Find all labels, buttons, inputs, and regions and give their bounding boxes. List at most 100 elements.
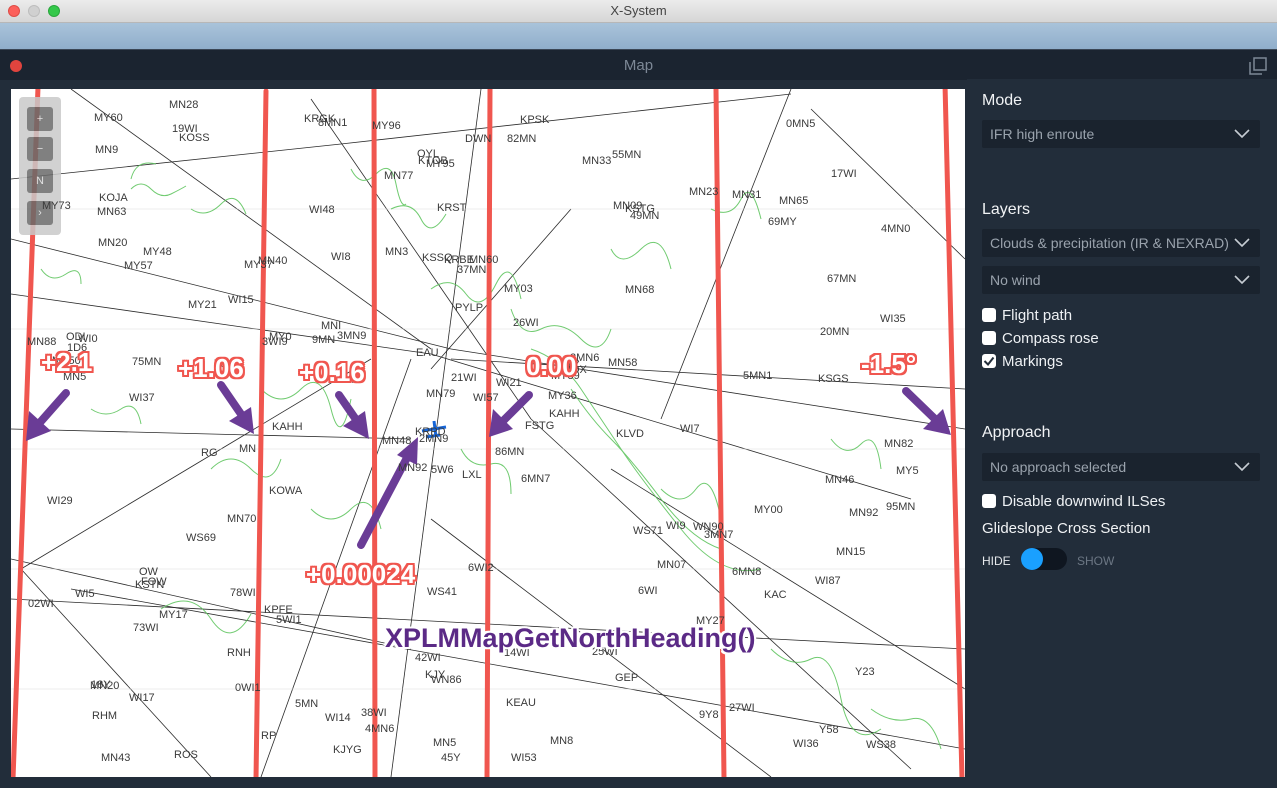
map-label: FSTG: [525, 420, 555, 432]
map-label: MN5: [433, 737, 457, 749]
map-label: 69MY: [768, 216, 797, 228]
chevron-down-icon: [1234, 275, 1250, 285]
popout-icon[interactable]: [1249, 57, 1267, 75]
map-label: WI53: [511, 752, 537, 764]
map-label: MN31: [732, 189, 762, 201]
approach-dropdown[interactable]: No approach selected: [982, 453, 1260, 481]
map-label: MY73: [42, 200, 71, 212]
north-heading-annotation: 0.00: [526, 351, 577, 381]
map-label: MY5: [896, 465, 919, 477]
map-label: MN33: [582, 155, 612, 167]
map-label: KSGS: [818, 373, 849, 385]
map-label: 0WI1: [235, 682, 261, 694]
map-label: MN65: [779, 195, 809, 207]
map-label: PYLP: [455, 302, 484, 314]
map-label: 37MN: [457, 264, 487, 276]
toggle-knob[interactable]: [1021, 548, 1043, 570]
layers-section-title: Layers: [982, 201, 1031, 218]
map-label: WN90: [693, 521, 724, 533]
map-label: MN8: [550, 735, 574, 747]
panel-title: Map: [623, 57, 654, 74]
map-label: MN63: [97, 206, 127, 218]
flight-path-checkbox[interactable]: [982, 308, 996, 322]
north-heading-annotation: +0.00024: [306, 559, 416, 589]
map-label: WI35: [880, 313, 906, 325]
map-label: WI48: [309, 204, 335, 216]
map-label: MN68: [625, 284, 655, 296]
map-label: 02WI: [28, 598, 54, 610]
map-label: 86MN: [495, 446, 525, 458]
map-label: KAHH: [549, 408, 580, 420]
map-label: WI17: [129, 692, 155, 704]
north-heading-annotation: +2.1: [41, 347, 93, 377]
map-label: WI36: [793, 738, 819, 750]
map-label: WI9: [666, 520, 686, 532]
map-label: MN20: [98, 237, 128, 249]
map-canvas[interactable]: + − N › LXL MY57 2MN9 18Y MY89 5WI1 55MN MN60 KS…: [11, 89, 965, 777]
compass-rose-checkbox[interactable]: [982, 331, 996, 345]
compass-rose-label: Compass rose: [1002, 330, 1099, 347]
map-label: 38WI: [361, 707, 387, 719]
map-label: LXL: [462, 469, 482, 481]
map-label: 6MN7: [521, 473, 551, 485]
map-label: 82MN: [507, 133, 537, 145]
map-label: MN70: [227, 513, 257, 525]
map-label: WI29: [47, 495, 73, 507]
glideslope-toggle[interactable]: [1021, 548, 1067, 570]
map-label: MNI: [321, 320, 342, 332]
map-label: MY57: [124, 260, 153, 272]
map-label: 5MN1: [743, 370, 773, 382]
north-up-button[interactable]: N: [27, 169, 53, 193]
function-name-label: XPLMMapGetNorthHeading(): [385, 623, 756, 653]
map-label: 45Y: [441, 752, 461, 764]
map-label: KEAU: [506, 697, 536, 709]
map-label: KAC: [764, 589, 787, 601]
window-titlebar: X-System: [0, 0, 1277, 23]
markings-checkbox[interactable]: [982, 354, 996, 368]
map-label: 67MN: [827, 273, 857, 285]
map-label: WS69: [186, 532, 216, 544]
map-label: KPFE: [264, 604, 293, 616]
map-label: WS71: [633, 525, 663, 537]
map-label: MN07: [657, 559, 687, 571]
map-label: 19WI: [172, 123, 198, 135]
map-label: WI7: [680, 423, 700, 435]
map-label: MN3: [385, 246, 409, 258]
disable-downwind-checkbox[interactable]: [982, 494, 996, 508]
map-label: KJYG: [333, 744, 362, 756]
map-label: 78WI: [230, 587, 256, 599]
approach-dropdown-value: No approach selected: [990, 459, 1127, 475]
desktop-strip: [0, 23, 1277, 49]
map-label: MN20: [90, 680, 120, 692]
window-title: X-System: [610, 3, 667, 18]
toggle-show-label: SHOW: [1077, 554, 1115, 568]
map-label: MY60: [94, 112, 123, 124]
map-label: 4MN6: [365, 723, 395, 735]
zoom-in-button[interactable]: +: [27, 107, 53, 131]
map-label: 6WI2: [468, 562, 494, 574]
weather-layer-value: Clouds & precipitation (IR & NEXRAD): [990, 235, 1229, 251]
map-label: WI8: [331, 251, 351, 263]
map-label: KTOB: [418, 155, 448, 167]
map-label: KRPD: [415, 426, 446, 438]
chevron-down-icon: [1234, 129, 1250, 139]
panel-header: Map: [0, 50, 1277, 80]
map-label: KJY: [425, 669, 446, 681]
map-label: 4MN0: [881, 223, 911, 235]
map-label: WI37: [129, 392, 155, 404]
map-label: WI87: [815, 575, 841, 587]
map-label: OW: [139, 566, 158, 578]
map-label: 27WI: [729, 702, 755, 714]
map-label: MY00: [754, 504, 783, 516]
weather-layer-dropdown[interactable]: Clouds & precipitation (IR & NEXRAD): [982, 229, 1260, 257]
map-label: MY21: [188, 299, 217, 311]
map-label: MN9: [95, 144, 119, 156]
map-label: KOWA: [269, 485, 303, 497]
map-label: 75MN: [132, 356, 162, 368]
zoom-out-button[interactable]: −: [27, 137, 53, 161]
map-label: 73WI: [133, 622, 159, 634]
mode-dropdown[interactable]: IFR high enroute: [982, 120, 1260, 148]
mode-section-title: Mode: [982, 92, 1023, 109]
map-label: 8MN1: [318, 117, 348, 129]
wind-layer-dropdown[interactable]: No wind: [982, 266, 1260, 294]
